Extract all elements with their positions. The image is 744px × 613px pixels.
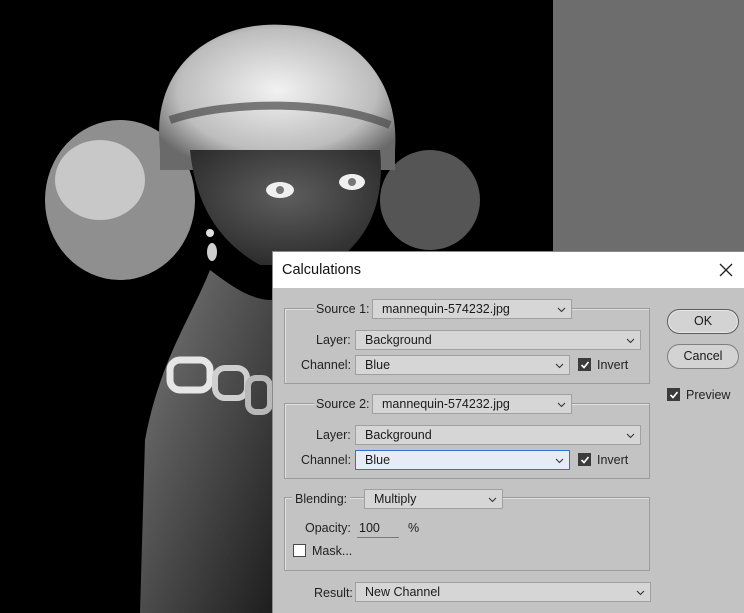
checkmark-icon [580,361,590,369]
chevron-down-icon [626,338,635,344]
source1-layer-label: Layer: [316,333,351,347]
blending-mode-value: Multiply [374,492,417,506]
source2-file-dropdown[interactable]: mannequin-574232.jpg [372,394,572,414]
source2-layer-dropdown[interactable]: Background [355,425,641,445]
source2-layer-value: Background [365,428,432,442]
close-button[interactable] [708,252,744,288]
source1-file-dropdown[interactable]: mannequin-574232.jpg [372,299,572,319]
opacity-unit: % [408,521,420,535]
preview-checkbox[interactable] [667,388,680,401]
source1-file-value: mannequin-574232.jpg [382,302,510,316]
opacity-label: Opacity: [305,521,351,535]
calculations-dialog: Calculations Source 1: mannequin-574232.… [272,251,744,613]
source1-invert-label[interactable]: Invert [597,358,628,372]
source2-layer-label: Layer: [316,428,351,442]
source2-invert-checkbox[interactable] [578,453,591,466]
source2-channel-label: Channel: [301,453,352,467]
mask-checkbox[interactable] [293,544,306,557]
source1-channel-label: Channel: [301,358,352,372]
chevron-down-icon [626,433,635,439]
preview-label[interactable]: Preview [686,388,730,402]
source2-file-value: mannequin-574232.jpg [382,397,510,411]
chevron-down-icon [557,402,566,408]
source1-label: Source 1: [314,302,372,316]
blending-label: Blending: [292,492,351,506]
result-value: New Channel [365,585,441,599]
blending-mode-dropdown[interactable]: Multiply [364,489,503,509]
source1-layer-dropdown[interactable]: Background [355,330,641,350]
dialog-title-bar[interactable]: Calculations [273,252,744,288]
source1-channel-value: Blue [365,358,391,372]
cancel-button[interactable]: Cancel [667,344,739,369]
chevron-down-icon [488,497,497,503]
checkmark-icon [580,456,590,464]
source1-layer-value: Background [365,333,432,347]
chevron-down-icon [555,458,564,464]
chevron-down-icon [557,307,566,313]
close-icon [719,263,733,277]
dialog-title: Calculations [282,262,361,278]
checkmark-icon [669,391,679,399]
source2-invert-label[interactable]: Invert [597,453,628,467]
source1-invert-checkbox[interactable] [578,358,591,371]
result-dropdown[interactable]: New Channel [355,582,651,602]
chevron-down-icon [636,590,645,596]
mask-label[interactable]: Mask... [312,544,352,558]
result-label: Result: [314,586,353,600]
ok-button[interactable]: OK [667,309,739,334]
source1-channel-dropdown[interactable]: Blue [355,355,570,375]
source2-channel-value: Blue [365,453,391,467]
chevron-down-icon [555,363,564,369]
source2-channel-dropdown[interactable]: Blue [355,450,570,470]
source2-label: Source 2: [314,397,372,411]
opacity-input[interactable]: 100 [357,520,399,538]
